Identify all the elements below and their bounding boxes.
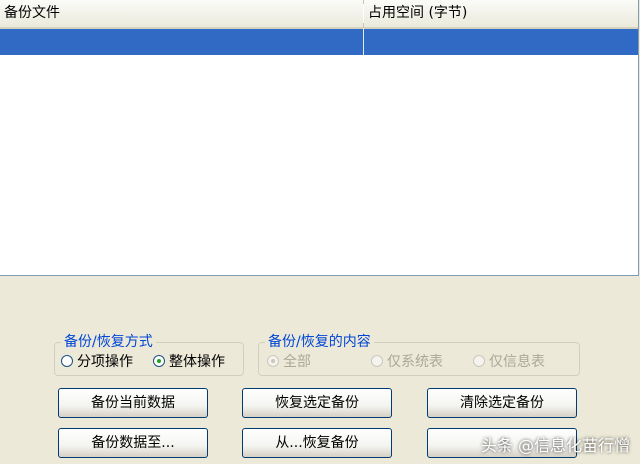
restore-from-button[interactable]: 从...恢复备份 xyxy=(242,428,392,458)
radio-unchecked-icon[interactable] xyxy=(371,355,383,367)
backup-current-data-button[interactable]: 备份当前数据 xyxy=(58,388,208,418)
column-header-backup-file[interactable]: 备份文件 xyxy=(0,0,364,27)
radio-label: 整体操作 xyxy=(169,354,225,370)
radio-item-by-item[interactable]: 分项操作 xyxy=(61,351,133,371)
list-row-selected[interactable] xyxy=(0,29,638,55)
list-header: 备份文件 占用空间 (字节) xyxy=(0,0,638,29)
backup-mode-group: 备份/恢复方式 分项操作 整体操作 xyxy=(54,333,244,376)
row-cell-file xyxy=(0,29,364,55)
backup-content-group: 备份/恢复的内容 全部 仅系统表 仅信息表 xyxy=(258,333,580,376)
radio-unchecked-icon[interactable] xyxy=(61,355,73,367)
radio-label: 全部 xyxy=(283,354,311,370)
radio-all[interactable]: 全部 xyxy=(267,351,311,371)
restore-selected-backup-button[interactable]: 恢复选定备份 xyxy=(242,388,392,418)
radio-checked-icon[interactable] xyxy=(153,355,165,367)
watermark-text: 头条 @信息化苗行憎 xyxy=(480,436,630,455)
radio-label: 仅系统表 xyxy=(387,354,443,370)
backup-content-title: 备份/恢复的内容 xyxy=(265,333,374,351)
radio-unchecked-icon[interactable] xyxy=(473,355,485,367)
column-header-space-used[interactable]: 占用空间 (字节) xyxy=(363,0,638,27)
radio-whole[interactable]: 整体操作 xyxy=(153,351,225,371)
radio-info-tables[interactable]: 仅信息表 xyxy=(473,351,545,371)
backup-data-to-button[interactable]: 备份数据至... xyxy=(58,428,208,458)
radio-label: 分项操作 xyxy=(77,354,133,370)
radio-checked-icon[interactable] xyxy=(267,355,279,367)
clear-selected-backup-button[interactable]: 清除选定备份 xyxy=(427,388,577,418)
row-cell-size xyxy=(365,29,638,55)
backup-mode-title: 备份/恢复方式 xyxy=(61,333,156,351)
backup-file-list[interactable]: 备份文件 占用空间 (字节) xyxy=(0,0,639,276)
radio-system-tables[interactable]: 仅系统表 xyxy=(371,351,443,371)
radio-label: 仅信息表 xyxy=(489,354,545,370)
